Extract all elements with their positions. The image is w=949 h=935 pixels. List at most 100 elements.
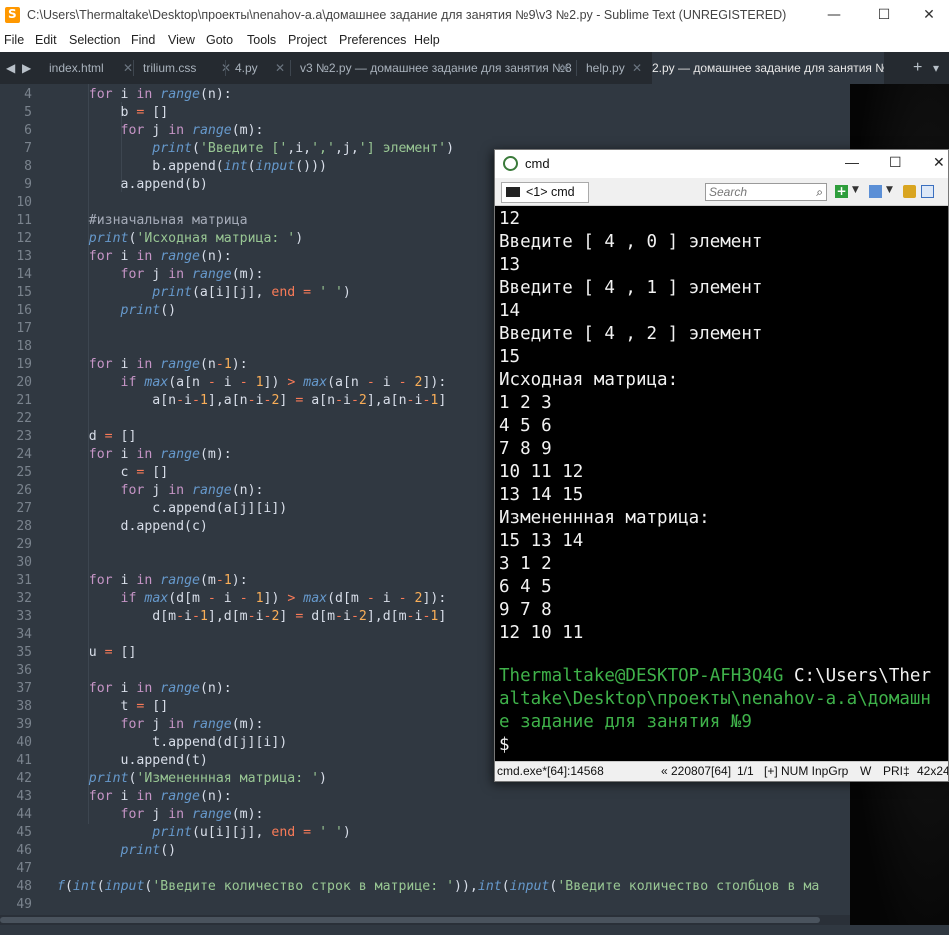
menu-help[interactable]: Help bbox=[414, 33, 440, 47]
code-line[interactable]: d.append(c) bbox=[57, 518, 208, 536]
console-close-button[interactable]: ✕ bbox=[933, 154, 945, 171]
line-number: 33 bbox=[16, 609, 32, 624]
line-number: 19 bbox=[16, 357, 32, 372]
code-line[interactable]: u = [] bbox=[57, 644, 137, 662]
split-view-icon[interactable] bbox=[869, 185, 882, 198]
minimize-button[interactable]: — bbox=[811, 0, 857, 31]
code-line[interactable]: c = [] bbox=[57, 464, 169, 482]
tab-next-arrow-icon[interactable]: ▶ bbox=[22, 52, 34, 84]
code-line[interactable]: for i in range(n-1): bbox=[57, 356, 248, 374]
settings-panel-icon[interactable] bbox=[921, 185, 934, 198]
code-line[interactable]: print() bbox=[57, 842, 177, 860]
code-line[interactable]: print('Исходная матрица: ') bbox=[57, 230, 303, 248]
console-output[interactable]: Thermaltake@DESKTOP-AFH3Q4G C:\Users\The… bbox=[495, 205, 948, 763]
tab-close-icon[interactable]: ✕ bbox=[632, 52, 642, 84]
menu-preferences[interactable]: Preferences bbox=[339, 33, 406, 47]
tab-4-py[interactable]: 4.py ✕ bbox=[226, 52, 291, 84]
menu-tools[interactable]: Tools bbox=[247, 33, 276, 47]
tab-label: trilium.css bbox=[143, 61, 197, 75]
code-line[interactable]: print(u[i][j], end = ' ') bbox=[57, 824, 351, 842]
console-output-line: 13 14 15 bbox=[499, 485, 584, 505]
tab-close-icon[interactable]: ✕ bbox=[560, 52, 570, 84]
code-line[interactable]: print('Измененнная матрица: ') bbox=[57, 770, 327, 788]
code-line[interactable]: a[n-i-1],a[n-i-2] = a[n-i-2],a[n-i-1] bbox=[57, 392, 446, 410]
tab-trilium-css[interactable]: trilium.css ✕ bbox=[134, 52, 237, 84]
tab-help-py[interactable]: help.py ✕ bbox=[577, 52, 648, 84]
code-line[interactable]: b.append(int(input())) bbox=[57, 158, 327, 176]
code-line[interactable]: d = [] bbox=[57, 428, 137, 446]
search-icon[interactable]: ⌕ bbox=[816, 184, 823, 200]
scrollbar-thumb[interactable] bbox=[0, 917, 820, 923]
code-line[interactable]: u.append(t) bbox=[57, 752, 208, 770]
console-title-bar: cmd — ☐ ✕ bbox=[495, 150, 948, 178]
code-line[interactable]: for i in range(n): bbox=[57, 788, 232, 806]
code-line[interactable]: b = [] bbox=[57, 104, 169, 122]
code-line[interactable]: for j in range(n): bbox=[57, 482, 264, 500]
code-line[interactable]: c.append(a[j][i]) bbox=[57, 500, 287, 518]
tab-close-icon[interactable]: ✕ bbox=[275, 52, 285, 84]
console-tab-label: <1> cmd bbox=[526, 185, 575, 199]
lock-icon[interactable] bbox=[903, 185, 916, 198]
menu-project[interactable]: Project bbox=[288, 33, 327, 47]
console-window[interactable]: cmd — ☐ ✕ <1> cmd Search ⌕ + ▼ ▼ Thermal… bbox=[494, 149, 949, 782]
code-line[interactable]: for j in range(m): bbox=[57, 266, 264, 284]
new-tab-plus-icon[interactable]: + bbox=[913, 52, 927, 84]
tab-prev-arrow-icon[interactable]: ◀ bbox=[6, 52, 18, 84]
menu-find[interactable]: Find bbox=[131, 33, 155, 47]
tab-v3-no2-py-hw8[interactable]: v3 №2.py — домашнее задание для занятия … bbox=[291, 52, 576, 84]
code-line[interactable]: for i in range(n): bbox=[57, 248, 232, 266]
prompt-symbol[interactable]: $ bbox=[499, 734, 510, 757]
menu-bar: File Edit Selection Find View Goto Tools… bbox=[0, 31, 949, 52]
code-line[interactable]: for i in range(m-1): bbox=[57, 572, 248, 590]
code-line[interactable]: #изначальная матрица bbox=[57, 212, 248, 230]
tab-index-html[interactable]: index.html ✕ bbox=[40, 52, 139, 84]
line-number: 28 bbox=[16, 519, 32, 534]
sublime-app-icon bbox=[5, 7, 20, 23]
code-line[interactable]: a.append(b) bbox=[57, 176, 208, 194]
view-dropdown-icon[interactable]: ▼ bbox=[886, 185, 899, 198]
console-minimize-button[interactable]: — bbox=[845, 154, 859, 170]
code-line[interactable]: for j in range(m): bbox=[57, 122, 264, 140]
code-line[interactable]: for i in range(n): bbox=[57, 680, 232, 698]
console-output-line: 15 13 14 bbox=[499, 531, 584, 551]
console-output-line: Введите [ 4 , 0 ] элемент bbox=[499, 232, 763, 252]
menu-file[interactable]: File bbox=[4, 33, 24, 47]
console-output-line: 4 5 6 bbox=[499, 416, 552, 436]
horizontal-scrollbar[interactable] bbox=[0, 915, 949, 925]
menu-selection[interactable]: Selection bbox=[69, 33, 120, 47]
code-line[interactable]: print() bbox=[57, 302, 177, 320]
tab-close-icon[interactable]: ✕ bbox=[123, 52, 133, 84]
status-w: W bbox=[860, 764, 872, 778]
menu-view[interactable]: View bbox=[168, 33, 195, 47]
tab-list-dropdown-icon[interactable]: ▾ bbox=[933, 52, 945, 84]
tab-label: help.py bbox=[586, 61, 625, 75]
code-line[interactable]: for i in range(n): bbox=[57, 86, 232, 104]
code-line[interactable]: for j in range(m): bbox=[57, 716, 264, 734]
new-console-plus-icon[interactable]: + bbox=[835, 185, 848, 198]
code-line[interactable]: if max(a[n - i - 1]) > max(a[n - i - 2])… bbox=[57, 374, 447, 392]
new-console-dropdown-icon[interactable]: ▼ bbox=[852, 185, 865, 198]
line-number: 46 bbox=[16, 843, 32, 858]
maximize-button[interactable]: ☐ bbox=[861, 0, 907, 31]
code-line[interactable]: f(int(input('Введите количество строк в … bbox=[57, 878, 819, 896]
menu-edit[interactable]: Edit bbox=[35, 33, 57, 47]
console-search-input[interactable]: Search ⌕ bbox=[705, 183, 827, 201]
line-number: 30 bbox=[16, 555, 32, 570]
close-button[interactable]: ✕ bbox=[906, 0, 949, 31]
code-line[interactable]: t = [] bbox=[57, 698, 169, 716]
console-toolbar: <1> cmd Search ⌕ + ▼ ▼ bbox=[495, 178, 948, 206]
code-line[interactable]: print(a[i][j], end = ' ') bbox=[57, 284, 351, 302]
tab-label: 4.py bbox=[235, 61, 258, 75]
console-maximize-button[interactable]: ☐ bbox=[889, 154, 902, 171]
line-number: 44 bbox=[16, 807, 32, 822]
code-line[interactable]: t.append(d[j][i]) bbox=[57, 734, 287, 752]
menu-goto[interactable]: Goto bbox=[206, 33, 233, 47]
code-line[interactable]: for i in range(m): bbox=[57, 446, 232, 464]
code-line[interactable]: for j in range(m): bbox=[57, 806, 264, 824]
code-line[interactable]: if max(d[m - i - 1]) > max(d[m - i - 2])… bbox=[57, 590, 447, 608]
tab-active-hw9[interactable]: 2.py — домашнее задание для занятия №9 bbox=[652, 52, 884, 84]
code-line[interactable]: d[m-i-1],d[m-i-2] = d[m-i-2],d[m-i-1] bbox=[57, 608, 446, 626]
code-line[interactable]: print('Введите [',i,',',j,'] элемент') bbox=[57, 140, 454, 158]
console-tab-cmd[interactable]: <1> cmd bbox=[501, 182, 589, 203]
console-output-line: 10 11 12 bbox=[499, 462, 584, 482]
